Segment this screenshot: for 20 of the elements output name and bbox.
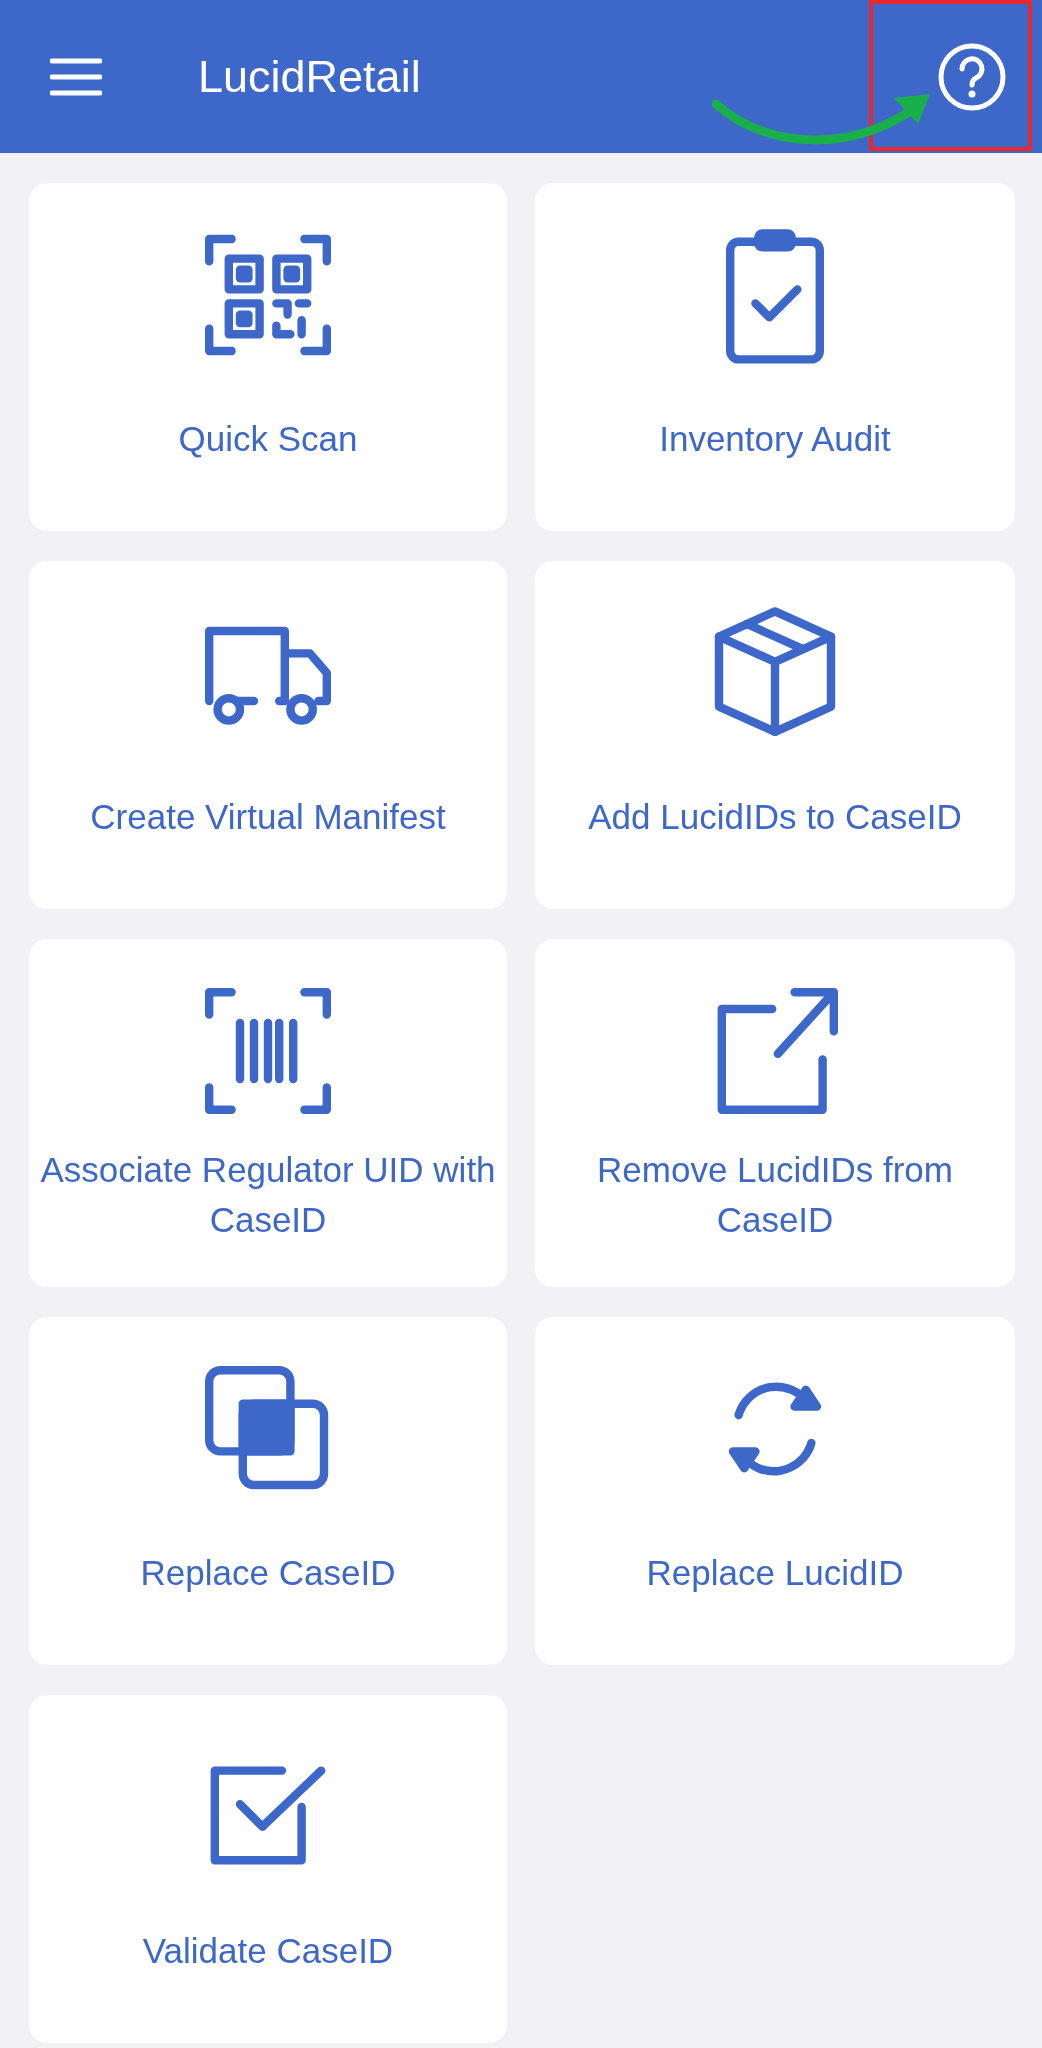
feature-tile[interactable]: Create Virtual Manifest (29, 561, 507, 909)
tile-label: Quick Scan (178, 418, 358, 461)
app-title: LucidRetail (198, 50, 422, 103)
menu-icon (50, 57, 102, 96)
tile-label: Validate CaseID (142, 1930, 394, 1973)
tile-label: Inventory Audit (659, 418, 891, 461)
tile-label: Remove LucidIDs from CaseID (596, 1149, 954, 1241)
feature-tile[interactable]: Replace LucidID (535, 1317, 1015, 1665)
feature-tile[interactable]: Inventory Audit (535, 183, 1015, 531)
tile-label: Replace LucidID (646, 1552, 904, 1595)
feature-tile[interactable]: Associate Regulator UID with CaseID (29, 939, 507, 1287)
feature-tile[interactable]: Quick Scan (29, 183, 507, 531)
feature-tile[interactable]: Remove LucidIDs from CaseID (535, 939, 1015, 1287)
tile-label: Add LucidIDs to CaseID (588, 796, 962, 839)
feature-tile[interactable]: Add LucidIDs to CaseID (535, 561, 1015, 909)
tile-label: Replace CaseID (140, 1552, 396, 1595)
feature-tile[interactable]: Validate CaseID (29, 1695, 507, 2043)
tile-label: Associate Regulator UID with CaseID (39, 1149, 497, 1241)
feature-tile[interactable]: Replace CaseID (29, 1317, 507, 1665)
tile-label: Create Virtual Manifest (90, 796, 446, 839)
